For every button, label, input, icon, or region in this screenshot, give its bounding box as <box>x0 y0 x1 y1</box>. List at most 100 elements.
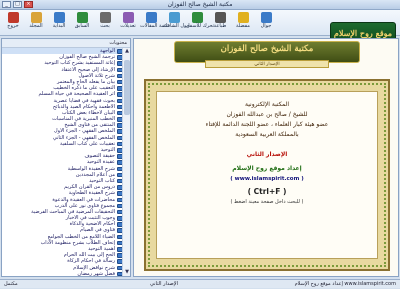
list-item[interactable]: فضل شهر رمضان <box>2 271 124 276</box>
list-item-label: دروس من القرآن الكريم <box>64 184 115 191</box>
list-item-label: مجموع فتاوى نور على الدرب <box>54 202 115 209</box>
list-icon <box>145 12 157 23</box>
toolbar-label: تحرك للأسفل <box>186 23 215 29</box>
toolbar-button-exit[interactable]: خروج <box>2 11 24 35</box>
author-position: عضو هيئة كبار العلماء ، عضو اللجنة الدائ… <box>205 121 329 128</box>
title-card: المكتبة الإلكترونية للشيخ / صالح بن عبدا… <box>156 91 378 259</box>
previous-icon <box>76 12 88 23</box>
list-item-label: رسالة في أحكام الزكاة <box>67 258 115 265</box>
window-titlebar: _ □ × مكتبة الشيخ صالح الفوزان <box>0 0 400 10</box>
statusbar: مكتمل الإصدار الثاني إعداد موقع روح الإس… <box>0 279 400 288</box>
country-line: بالمملكة العربية السعودية <box>235 131 299 138</box>
list-item-label: التعقيب على ما ذكره الخطيب <box>53 85 115 92</box>
list-item-label: أهمية التوحيد <box>88 246 115 252</box>
toolbar-button-favorite[interactable]: مفضلة <box>232 11 254 35</box>
scroll-down-icon[interactable]: ▼ <box>123 269 130 276</box>
print-icon <box>214 12 226 23</box>
list-item-label: إغاثة المستفيد بشرح كتاب التوحيد <box>44 60 115 67</box>
folder-icon <box>30 12 42 23</box>
list-item-label: محاضرات في العقيدة والدعوة <box>52 196 115 203</box>
list-item-label: شرح نواقض الإسلام <box>73 264 115 271</box>
list-item-label: إتحاف الطلاب بشرح منظومة الآداب <box>40 239 115 246</box>
list-item-label: فتاوى في الصيام <box>80 227 115 234</box>
list-item-label: البيان لأخطاء بعض الكتاب <box>61 109 115 116</box>
toolbar-button-list[interactable]: قائمة المقالات <box>140 11 170 35</box>
toolbar-button-settings[interactable]: تعديلات <box>117 11 139 35</box>
list-item-label: بحوث فقهية في قضايا عصرية <box>53 97 115 104</box>
list-item-label: التوحيد <box>100 147 115 153</box>
close-icon[interactable]: × <box>24 1 33 8</box>
list-item-label: الملخص الفقهي - الجزء الأول <box>54 128 115 135</box>
scroll-up-icon[interactable]: ▲ <box>123 48 130 55</box>
maximize-icon[interactable]: □ <box>13 1 22 8</box>
page-banner: مكتبة الشيخ صالح الفوزان الإصدار الثاني <box>174 41 360 68</box>
list-item-label: حقيقة التصوف <box>84 153 115 160</box>
sidebar-header: محتويات <box>2 39 130 48</box>
toolbar-label: حول الشاشة <box>163 23 190 29</box>
list-item-label: أثر العقيدة الصحيحة في حياة المسلم <box>38 91 115 98</box>
search-hint: ( للبحث داخل صفحة معينة اضغط ) <box>230 199 304 205</box>
favorite-icon <box>237 12 249 23</box>
exit-icon <box>7 12 19 23</box>
home-icon <box>53 12 65 23</box>
toolbar-label: تعديلات <box>120 23 136 29</box>
list-item-label: الواجهة <box>100 48 115 54</box>
ornamental-frame: المكتبة الإلكترونية للشيخ / صالح بن عبدا… <box>144 79 390 271</box>
list-item-label: عقيدة التوحيد <box>86 159 115 166</box>
list-item-label: المنتقى من فتاوى الشيخ <box>64 122 115 129</box>
toolbar-label: السابق <box>74 23 90 29</box>
website-link[interactable]: ( www.islamspirit.com ) <box>157 174 377 184</box>
settings-icon <box>122 12 134 23</box>
list-item-label: من أعلام المجددين <box>75 171 115 178</box>
list-item-label: كتاب التوحيد <box>89 177 115 184</box>
list-item-label: الإرشاد إلى صحيح الاعتقاد <box>61 66 115 73</box>
list-item-label: شرح العقيدة الطحاوية <box>68 190 115 197</box>
list-item-label: فضل شهر رمضان <box>77 270 115 276</box>
list-item-label: وجوب التثبت في الأخبار <box>65 215 115 222</box>
contents-tree: الواجهة ترجمة الشيخ صالح الفوزان إغاثة الم… <box>2 48 124 276</box>
list-item-label: الملخص الفقهي - الجزء الثاني <box>52 134 115 141</box>
toolbar-button-arrow-down[interactable]: تحرك للأسفل <box>186 11 215 35</box>
scrollbar-thumb[interactable] <box>124 60 130 115</box>
toolbar-button-print[interactable]: طباعة <box>209 11 231 35</box>
toolbar-button-home[interactable]: البداية <box>48 11 70 35</box>
toolbar-label: المجلد <box>29 23 43 29</box>
minimize-icon[interactable]: _ <box>2 1 11 8</box>
toolbar-button-mobile[interactable]: جوال <box>255 11 277 35</box>
toolbar-button-folder[interactable]: المجلد <box>25 11 47 35</box>
banner-subtitle: الإصدار الثاني <box>205 60 329 68</box>
toolbar-button-screen[interactable]: حول الشاشة <box>163 11 190 35</box>
window-controls: _ □ × <box>2 1 33 8</box>
book-page: مكتبة الشيخ صالح الفوزان الإصدار الثاني … <box>133 38 399 277</box>
toolbar-label: طباعة <box>213 23 227 29</box>
search-icon <box>99 12 111 23</box>
arrow-down-icon <box>191 12 203 23</box>
list-item-label: أحكام الأضحية والذكاة <box>69 221 115 228</box>
shortcut-hint: ( Ctrl+F ) <box>247 187 287 196</box>
toolbar-label: قائمة المقالات <box>140 23 170 29</box>
window-title: مكتبة الشيخ صالح الفوزان <box>167 1 233 8</box>
list-item-label: تعقيبات على كتاب السلفية <box>59 140 115 147</box>
library-label: المكتبة الإلكترونية <box>245 101 289 108</box>
mobile-icon <box>260 12 272 23</box>
toolbar-label: جوال <box>260 23 272 29</box>
toolbar-button-previous[interactable]: السابق <box>71 11 93 35</box>
toolbar-label: خروج <box>7 23 19 29</box>
sidebar-scrollbar[interactable]: ▲ ▼ <box>122 48 130 276</box>
contents-sidebar: محتويات الواجهة ترجمة الشيخ صالح الفوزان إ… <box>1 38 131 277</box>
list-item-label: الضياء اللامع من الخطب الجوامع <box>47 233 115 240</box>
edition-label: الإصدار الثاني <box>246 151 288 158</box>
toolbar: موقع روح الإسلام خروج المجلد البداية السابق… <box>0 10 400 44</box>
list-item-label: الأطعمة وأحكام الصيد والذبائح <box>52 103 115 110</box>
list-item-label: بيان ما يفعله الحاج والمعتمر <box>56 78 115 85</box>
list-item-label: شرح ثلاثة الأصول <box>78 72 115 79</box>
toolbar-label: البداية <box>52 23 66 29</box>
list-item-label: الخطب المنبرية في المناسبات <box>52 116 115 123</box>
toolbar-label: مفضلة <box>236 23 250 29</box>
toolbar-button-search[interactable]: بحث <box>94 11 116 35</box>
screen-icon <box>168 12 180 23</box>
list-item-label: ترجمة الشيخ صالح الفوزان <box>59 54 115 61</box>
prepared-by: إعداد موقع روح الإسلام <box>232 165 302 172</box>
list-item-label: الحج إلى بيت الله الحرام <box>63 252 115 259</box>
list-item-label: شرح العقيدة الواسطية <box>67 165 115 172</box>
